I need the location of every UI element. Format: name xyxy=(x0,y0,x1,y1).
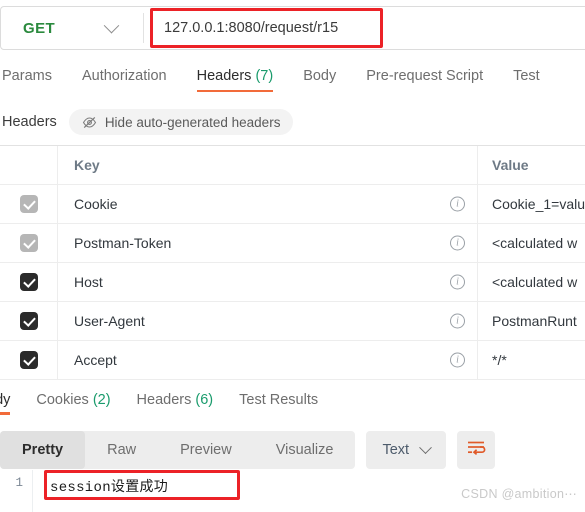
header-value-cell[interactable]: Cookie_1=valu xyxy=(478,185,585,223)
watermark: CSDN @ambition⋯ xyxy=(461,487,577,501)
tab-pre-request-script[interactable]: Pre-request Script xyxy=(366,68,483,92)
column-header-value: Value xyxy=(492,157,529,173)
header-key-cell[interactable]: User-Agent i xyxy=(58,302,478,340)
headers-table: Key Value Cookie i Cookie_1=valu Postman… xyxy=(0,145,585,380)
table-header-row: Key Value xyxy=(0,145,585,185)
tab-count: (7) xyxy=(255,68,274,84)
row-checkbox-cell[interactable] xyxy=(0,185,58,223)
word-wrap-icon xyxy=(466,439,486,461)
header-key-cell[interactable]: Host i xyxy=(58,263,478,301)
info-icon[interactable]: i xyxy=(450,274,465,290)
view-mode-raw[interactable]: Raw xyxy=(85,431,158,469)
headers-section-title: Headers xyxy=(2,114,57,130)
row-checkbox-cell[interactable] xyxy=(0,341,58,379)
response-format-selector[interactable]: Text xyxy=(366,431,447,469)
table-row[interactable]: Cookie i Cookie_1=valu xyxy=(0,184,585,224)
table-row[interactable]: Accept i */* xyxy=(0,340,585,380)
postman-window: GET 127.0.0.1:8080/request/r15 Params Au… xyxy=(0,0,585,512)
tab-authorization[interactable]: Authorization xyxy=(82,68,167,92)
url-input[interactable]: 127.0.0.1:8080/request/r15 xyxy=(144,7,585,49)
tab-label: Authorization xyxy=(81,68,167,84)
tab-label: Cookies xyxy=(36,391,89,408)
response-body-text: session设置成功 xyxy=(50,480,169,496)
info-icon[interactable]: i xyxy=(450,352,465,368)
table-row[interactable]: User-Agent i PostmanRunt xyxy=(0,301,585,341)
header-value-cell[interactable]: PostmanRunt xyxy=(478,302,585,340)
tab-label: Test xyxy=(513,68,540,84)
http-method-selector[interactable]: GET xyxy=(1,7,143,49)
tab-body[interactable]: Body xyxy=(303,68,336,92)
header-key-cell[interactable]: Accept i xyxy=(58,341,478,379)
tab-count: (2) xyxy=(92,391,111,408)
chevron-down-icon xyxy=(103,17,120,33)
tab-label: Body xyxy=(303,68,337,84)
header-value-cell[interactable]: */* xyxy=(478,341,585,379)
column-header-key: Key xyxy=(58,146,478,184)
info-icon[interactable]: i xyxy=(450,235,465,251)
line-number-gutter: 1 xyxy=(0,470,33,512)
word-wrap-button[interactable] xyxy=(457,431,496,469)
response-tab-headers[interactable]: Headers (6) xyxy=(137,392,214,415)
tab-headers[interactable]: Headers (7) xyxy=(196,68,274,92)
eye-off-icon xyxy=(82,116,97,129)
row-checkbox[interactable] xyxy=(19,195,38,213)
tab-label: Params xyxy=(2,68,52,84)
response-tab-test-results[interactable]: Test Results xyxy=(239,392,318,415)
view-mode-segmented-control: Pretty Raw Preview Visualize xyxy=(0,431,356,469)
row-checkbox-cell[interactable] xyxy=(0,224,58,262)
table-row[interactable]: Host i <calculated w xyxy=(0,262,585,302)
line-number: 1 xyxy=(15,476,23,490)
info-icon[interactable]: i xyxy=(450,313,465,329)
response-format-label: Text xyxy=(382,442,410,458)
view-mode-preview[interactable]: Preview xyxy=(158,431,254,469)
headers-section-bar: Headers Hide auto-generated headers xyxy=(0,106,585,138)
chevron-down-icon xyxy=(419,440,432,454)
row-checkbox[interactable] xyxy=(19,234,38,252)
tab-label: Headers xyxy=(196,68,252,84)
request-url-bar: GET 127.0.0.1:8080/request/r15 xyxy=(0,6,585,50)
table-row[interactable]: Postman-Token i <calculated w xyxy=(0,223,585,263)
row-checkbox[interactable] xyxy=(19,312,38,330)
response-view-toolbar: Pretty Raw Preview Visualize Text xyxy=(0,431,496,469)
response-tab-body[interactable]: ody xyxy=(0,391,11,415)
hide-auto-generated-headers-label: Hide auto-generated headers xyxy=(104,114,281,130)
response-tab-cookies[interactable]: Cookies (2) xyxy=(36,392,110,415)
tab-count: (6) xyxy=(195,391,214,408)
info-icon[interactable]: i xyxy=(450,196,465,212)
row-checkbox-cell[interactable] xyxy=(0,263,58,301)
request-tab-bar: Params Authorization Headers (7) Body Pr… xyxy=(0,62,585,98)
select-all-cell[interactable] xyxy=(0,146,58,184)
row-checkbox[interactable] xyxy=(19,351,38,369)
tab-label: ody xyxy=(0,391,11,408)
view-mode-pretty[interactable]: Pretty xyxy=(0,431,86,469)
tab-label: Pre-request Script xyxy=(366,68,484,84)
header-key-cell[interactable]: Cookie i xyxy=(58,185,478,223)
url-value: 127.0.0.1:8080/request/r15 xyxy=(164,20,339,36)
header-key-cell[interactable]: Postman-Token i xyxy=(58,224,478,262)
row-checkbox-cell[interactable] xyxy=(0,302,58,340)
hide-auto-generated-headers-button[interactable]: Hide auto-generated headers xyxy=(68,109,294,135)
http-method-label: GET xyxy=(23,19,56,37)
view-mode-visualize[interactable]: Visualize xyxy=(254,431,356,469)
row-checkbox[interactable] xyxy=(19,273,38,291)
tab-params[interactable]: Params xyxy=(2,68,52,92)
header-value-cell[interactable]: <calculated w xyxy=(478,263,585,301)
tab-label: Test Results xyxy=(239,391,319,408)
header-value-cell[interactable]: <calculated w xyxy=(478,224,585,262)
tab-label: Headers xyxy=(136,391,192,408)
tab-tests[interactable]: Test xyxy=(513,68,540,92)
response-tab-bar: ody Cookies (2) Headers (6) Test Results xyxy=(0,388,585,418)
